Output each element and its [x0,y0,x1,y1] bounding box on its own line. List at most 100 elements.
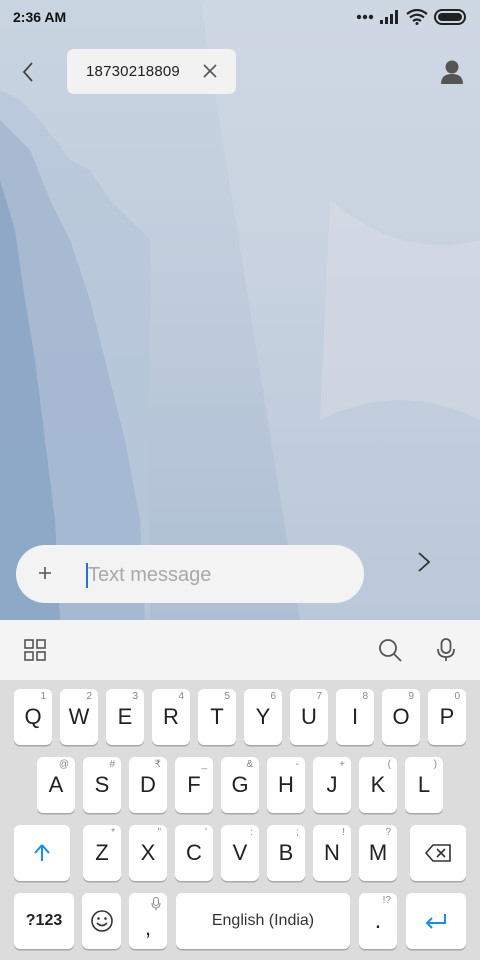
microphone-icon[interactable] [432,636,460,664]
key-label: Z [95,840,109,865]
plus-icon[interactable] [34,562,56,584]
key-c[interactable]: ' C [175,825,213,881]
dots-icon [356,14,374,20]
signal-icon [380,10,398,24]
key-hint: 8 [362,691,368,702]
status-icons [356,9,468,25]
symbols-key[interactable]: ?123 [14,893,74,949]
close-icon[interactable] [202,63,218,79]
key-hint: 4 [178,691,184,702]
key-hint: 7 [316,691,322,702]
key-hint: 0 [454,691,460,702]
key-label: T [210,704,224,729]
key-label: U [301,704,317,729]
key-label: W [68,704,90,729]
keyboard-toolbar [0,620,480,680]
person-icon[interactable] [436,56,468,88]
key-g[interactable]: & G [221,757,259,813]
key-e[interactable]: 3E [106,689,144,745]
shift-key[interactable] [14,825,70,881]
key-hint: ₹ [154,759,161,770]
key-w[interactable]: 2W [60,689,98,745]
key-hint: ; [296,827,299,838]
key-label: E [117,704,133,729]
key-h[interactable]: -H [267,757,305,813]
key-n[interactable]: ! N [313,825,351,881]
key-u[interactable]: 7U [290,689,328,745]
key-m[interactable]: ? M [359,825,397,881]
enter-arrow-icon [425,914,446,929]
period-key[interactable]: !? . [359,893,397,949]
key-label: H [278,772,294,797]
key-z[interactable]: * Z [83,825,121,881]
key-hint: & [246,759,253,770]
key-hint: ! [342,827,345,838]
key-label: D [140,772,156,797]
key-x[interactable]: " X [129,825,167,881]
search-icon[interactable] [376,636,404,664]
key-r[interactable]: 4R [152,689,190,745]
key-hint: * [111,827,115,838]
enter-key[interactable] [406,893,466,949]
key-hint: : [250,827,253,838]
back-button[interactable] [14,56,42,88]
backspace-key[interactable] [410,825,466,881]
key-label: C [186,840,202,865]
key-label: I [351,704,359,729]
key-l[interactable]: ) L [405,757,443,813]
chevron-left-icon [22,62,33,82]
key-hint: 2 [86,691,92,702]
chevron-right-icon[interactable] [410,548,438,576]
key-s[interactable]: # S [83,757,121,813]
key-i[interactable]: 8I [336,689,374,745]
key-d[interactable]: ₹ D [129,757,167,813]
key-label: Q [24,704,42,729]
key-q[interactable]: 1Q [14,689,52,745]
key-v[interactable]: :V [221,825,259,881]
key-hint: 6 [270,691,276,702]
compose-box [16,545,364,603]
key-label: V [232,840,248,865]
space-key[interactable]: English (India) [176,893,350,949]
key-label: F [187,772,201,797]
key-o[interactable]: 9O [382,689,420,745]
key-label: R [163,704,179,729]
shift-arrow-icon [34,844,50,861]
backspace-icon [424,844,451,862]
key-p[interactable]: 0P [428,689,466,745]
key-hint: + [339,759,345,770]
comma-key[interactable]: , [129,893,167,949]
key-f[interactable]: _ F [175,757,213,813]
emoji-key[interactable] [82,893,121,949]
key-hint: 1 [40,691,46,702]
key-hint: ( [387,759,391,770]
message-input[interactable] [86,557,350,593]
smiley-icon [90,910,113,932]
key-b[interactable]: ; B [267,825,305,881]
key-hint: 5 [224,691,230,702]
key-hint: @ [58,759,69,770]
recipient-chip[interactable]: 18730218809 [67,49,236,94]
key-y[interactable]: 6Y [244,689,282,745]
key-hint: ) [433,759,437,770]
key-label: K [370,772,386,797]
recipient-number: 18730218809 [86,63,180,80]
small-microphone-icon [151,897,161,911]
key-j[interactable]: + J [313,757,351,813]
key-hint: - [295,759,299,770]
key-label: N [324,840,340,865]
key-t[interactable]: 5T [198,689,236,745]
key-hint: " [157,827,161,838]
key-label: O [392,704,410,729]
key-k[interactable]: (K [359,757,397,813]
status-time: 2:36 AM [13,9,67,25]
status-bar: 2:36 AM [0,0,480,34]
key-hint: 3 [132,691,138,702]
key-hint: ' [205,827,207,838]
keyboard: 1Q2W3E4R5T6Y7U8I9O0P @ A # S ₹ D _ F & G - H + J(K) L … [0,680,480,960]
battery-icon [434,9,466,25]
key-label: M [368,840,388,865]
key-hint: _ [201,759,207,770]
grid-icon[interactable] [23,638,47,662]
key-a[interactable]: @ A [37,757,75,813]
